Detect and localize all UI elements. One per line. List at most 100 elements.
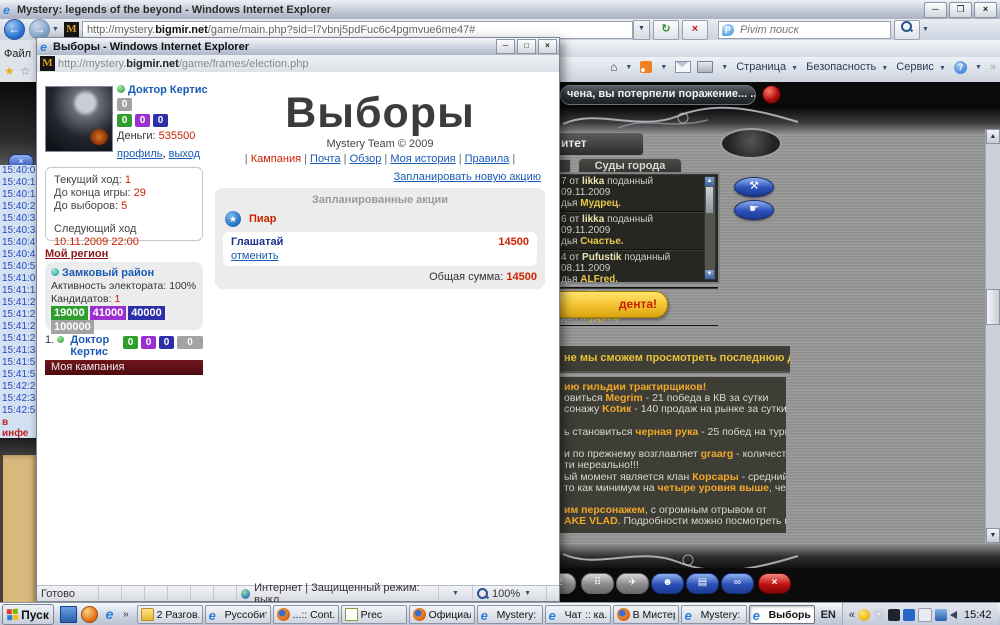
taskbar-button[interactable]: Mystery: ... (476, 605, 543, 624)
menu-overview[interactable]: Обзор (350, 153, 382, 165)
stop-button[interactable]: × (681, 19, 708, 40)
menu-mail[interactable]: Почта (310, 153, 341, 165)
vote-action-button[interactable]: ☛ (734, 200, 774, 220)
scroll-up-icon[interactable]: ▲ (705, 177, 714, 186)
page-menu[interactable]: Страница ▼ (736, 61, 800, 73)
game-travel-button[interactable]: ✈ (616, 573, 649, 594)
taskbar-button[interactable]: Выборы... (748, 605, 815, 624)
scroll-up-icon[interactable]: ▲ (986, 129, 1000, 144)
page-scroll-thumb[interactable] (986, 289, 1000, 325)
region-name[interactable]: Замковый район (62, 267, 154, 279)
close-button[interactable]: × (974, 2, 997, 18)
help-icon[interactable]: ? (953, 60, 967, 74)
maximize-button[interactable]: □ (517, 39, 536, 54)
plan-new-action-link[interactable]: Запланировать новую акцию (394, 171, 541, 183)
mail-icon[interactable] (675, 61, 692, 73)
favorites-star-icon[interactable]: ★ (4, 64, 15, 78)
tray-chevron-icon[interactable]: « (849, 609, 855, 621)
scroll-down-icon[interactable]: ▼ (986, 528, 1000, 543)
game-exit-button[interactable]: × (758, 573, 791, 594)
menu-history[interactable]: Моя история (390, 153, 455, 165)
icq-duck-icon[interactable] (857, 608, 870, 621)
cancel-action-link[interactable]: отменить (231, 250, 279, 262)
ornate-swirls (562, 106, 799, 129)
profile-link[interactable]: профиль (117, 148, 163, 160)
tools-menu[interactable]: Сервис ▼ (896, 61, 948, 73)
taskbar-button[interactable]: ...:: Cont... (272, 605, 339, 624)
protected-mode-cell[interactable]: ▼ (439, 586, 473, 601)
menu-rules[interactable]: Правила (465, 153, 510, 165)
search-input[interactable] (737, 22, 872, 37)
language-indicator[interactable]: EN (821, 609, 836, 621)
overflow-chevron-icon[interactable]: » (990, 61, 996, 73)
game-nav-button-cut[interactable]: 2 (558, 573, 576, 594)
network-tray-icon[interactable] (934, 608, 947, 621)
taskbar-button[interactable]: Чат :: ка... (544, 605, 611, 624)
court-case-item[interactable]: 6 от likka поданный 09.11.2009 дья Счаст… (558, 212, 718, 250)
back-button[interactable]: ← (4, 19, 25, 40)
resize-grip[interactable] (547, 586, 559, 601)
taskbar-button[interactable]: Руссобит... (204, 605, 271, 624)
my-region-link[interactable]: Мой регион (45, 248, 108, 260)
refresh-button[interactable]: ↻ (652, 19, 679, 40)
search-options-icon[interactable]: ▼ (922, 26, 929, 33)
dark-app-tray-icon[interactable] (887, 608, 900, 621)
court-action-button[interactable]: ⚒ (734, 177, 774, 197)
search-go-button[interactable] (893, 19, 920, 40)
file-menu[interactable]: Файл (0, 48, 36, 62)
home-icon[interactable]: ⌂ (610, 60, 617, 74)
game-links-button[interactable]: ∞ (721, 573, 754, 594)
my-campaign-header[interactable]: Моя кампания (45, 360, 203, 375)
feed-dropdown-icon[interactable]: ▼ (660, 64, 667, 71)
feed-icon[interactable] (640, 61, 653, 73)
favorites-bar-icon[interactable]: ☆ (20, 64, 31, 78)
quick-launch-chevron-icon[interactable]: » (123, 609, 129, 620)
print-dropdown-icon[interactable]: ▼ (721, 64, 728, 71)
player-name[interactable]: Доктор Кертис (117, 84, 208, 96)
menu-campaign[interactable]: Кампания (251, 153, 301, 165)
page-scrollbar[interactable]: ▲ ▼ (985, 129, 1000, 543)
taskbar-button[interactable]: 2 Разгов... (136, 605, 203, 624)
court-case-item[interactable]: 7 от likka поданный 09.11.2009 дья Мудре… (558, 174, 718, 212)
ie-launch-icon[interactable]: e (102, 607, 117, 622)
phone-tray-icon[interactable] (917, 607, 932, 622)
media-player-icon[interactable] (81, 606, 98, 623)
candidate-name-link[interactable]: Доктор Кертис (70, 334, 128, 358)
president-election-button[interactable]: дента! (558, 291, 668, 318)
taskbar-button[interactable]: В Мистер... (612, 605, 679, 624)
taskbar-button[interactable]: Mystery: ... (680, 605, 747, 624)
close-button[interactable]: × (538, 39, 557, 54)
print-icon[interactable] (697, 61, 714, 73)
logout-link[interactable]: выход (169, 148, 200, 160)
show-desktop-icon[interactable] (60, 606, 77, 623)
game-duel-button[interactable]: ☻ (651, 573, 684, 594)
duel-status-icon[interactable] (762, 85, 781, 104)
chat-input-panel[interactable] (0, 455, 36, 602)
court-case-item[interactable]: 4 от Pufustik поданный 08.11.2009 дья AL… (558, 250, 718, 288)
search-box[interactable]: P (717, 20, 891, 39)
courts-scroll-thumb[interactable] (706, 187, 713, 213)
volume-icon[interactable] (949, 610, 957, 619)
courts-scrollbar[interactable]: ▲ ▼ (704, 176, 716, 280)
scroll-down-icon[interactable]: ▼ (705, 270, 714, 279)
help-dropdown-icon[interactable]: ▼ (975, 64, 982, 71)
taskbar-button[interactable]: Prec (340, 605, 407, 624)
game-inventory-button[interactable]: ▤ (686, 573, 719, 594)
safety-menu[interactable]: Безопасность ▼ (806, 61, 890, 73)
restore-button[interactable]: ❐ (949, 2, 972, 18)
start-button[interactable]: Пуск (2, 604, 54, 625)
minimize-button[interactable]: ─ (924, 2, 947, 18)
game-chat-button[interactable]: ⠿ (581, 573, 614, 594)
history-dropdown-icon[interactable]: ▼ (52, 26, 59, 33)
zoom-control[interactable]: 100% ▼ (473, 586, 547, 601)
taskbar-button[interactable]: Официал... (408, 605, 475, 624)
address-text[interactable]: http://mystery.bigmir.net/game/frames/el… (58, 58, 308, 70)
blue-app-tray-icon[interactable] (902, 608, 915, 621)
elections-popup-window: e Выборы - Windows Internet Explorer ─ □… (36, 37, 560, 606)
address-dropdown-button[interactable]: ▼ (632, 19, 650, 40)
minimize-button[interactable]: ─ (496, 39, 515, 54)
popup-titlebar[interactable]: e Выборы - Windows Internet Explorer ─ □… (37, 38, 559, 56)
home-dropdown-icon[interactable]: ▼ (625, 64, 632, 71)
snowflake-icon[interactable]: ✳ (873, 609, 885, 621)
address-input[interactable]: http://mystery. bigmir.net/game/main.php?… (81, 20, 633, 39)
